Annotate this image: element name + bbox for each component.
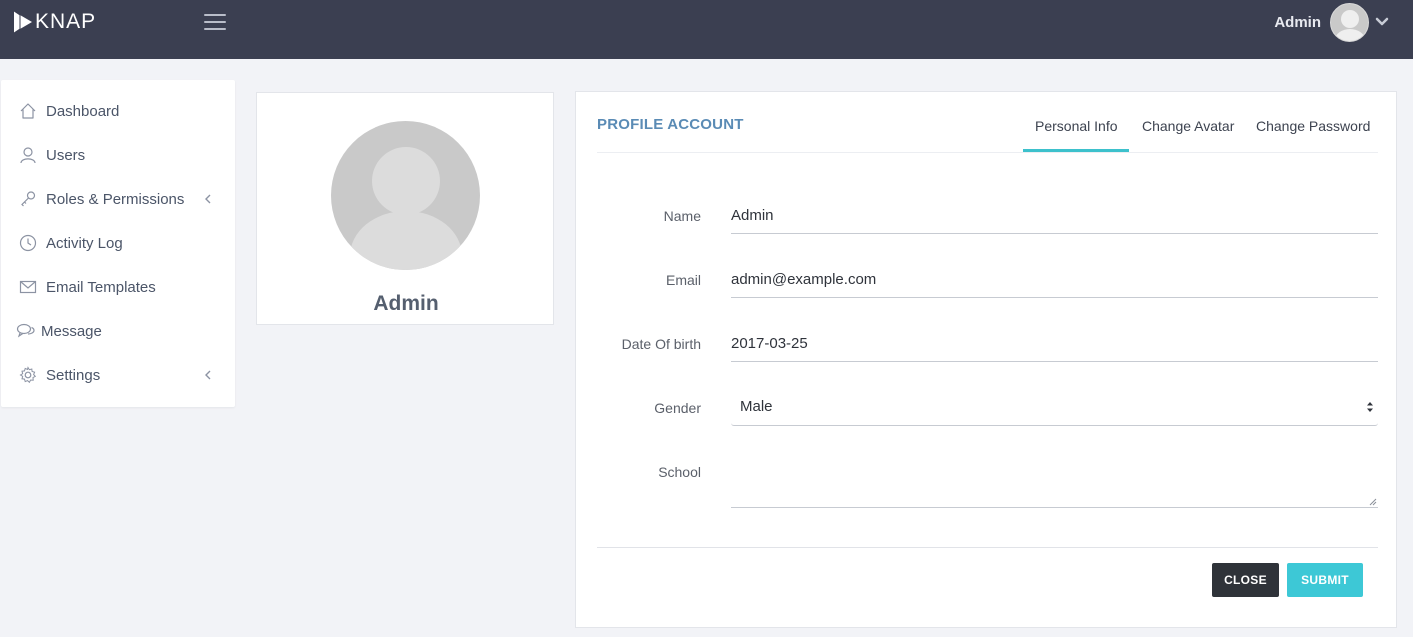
sidebar-item-message[interactable]: Message	[1, 309, 235, 353]
sidebar-item-settings[interactable]: Settings	[1, 353, 235, 397]
school-label: School	[658, 464, 701, 480]
chevron-down-icon[interactable]	[1375, 15, 1389, 29]
sidebar-item-email-templates[interactable]: Email Templates	[1, 265, 235, 309]
dob-field[interactable]	[731, 326, 1378, 362]
profile-account-card: PROFILE ACCOUNT Personal Info Change Ava…	[575, 91, 1397, 628]
name-label: Name	[663, 208, 701, 224]
card-title: PROFILE ACCOUNT	[597, 116, 744, 133]
school-textarea[interactable]	[731, 456, 1378, 508]
sidebar-item-activity-log[interactable]: Activity Log	[1, 221, 235, 265]
divider	[597, 547, 1378, 548]
sidebar-item-label: Activity Log	[46, 234, 123, 252]
tab-personal-info[interactable]: Personal Info	[1023, 114, 1129, 152]
user-icon	[18, 145, 38, 165]
divider	[597, 152, 1378, 153]
name-field[interactable]	[731, 198, 1378, 234]
knap-logo-icon	[13, 10, 32, 34]
dob-label: Date Of birth	[621, 336, 701, 352]
gender-label: Gender	[654, 400, 701, 416]
gender-select[interactable]: Male	[731, 388, 1378, 426]
envelope-icon	[18, 277, 38, 297]
sidebar-item-dashboard[interactable]: Dashboard	[1, 89, 235, 133]
clock-icon	[18, 233, 38, 253]
resize-handle-icon[interactable]	[1369, 498, 1377, 506]
brand-name: KNAP	[35, 10, 97, 33]
submit-button[interactable]: SUBMIT	[1287, 563, 1363, 597]
email-field[interactable]	[731, 262, 1378, 298]
user-menu[interactable]: Admin	[1274, 2, 1389, 42]
sidebar-item-label: Message	[41, 322, 102, 340]
top-navbar: KNAP Admin	[0, 0, 1413, 59]
key-icon	[18, 189, 38, 209]
avatar	[331, 121, 480, 270]
profile-card: Admin	[256, 92, 554, 325]
sidebar: Dashboard Users Roles & Permissions Acti…	[1, 80, 235, 407]
email-label: Email	[665, 272, 701, 288]
home-icon	[18, 101, 38, 121]
gender-selected-value: Male	[740, 398, 773, 415]
user-name: Admin	[1274, 13, 1321, 31]
sidebar-item-label: Settings	[46, 366, 101, 384]
chat-icon	[16, 321, 36, 341]
sidebar-item-label: Email Templates	[46, 278, 156, 296]
tab-change-password[interactable]: Change Password	[1256, 114, 1370, 152]
chevron-left-icon	[205, 194, 211, 204]
avatar[interactable]	[1330, 2, 1369, 42]
brand-logo[interactable]: KNAP	[12, 8, 96, 36]
close-button[interactable]: CLOSE	[1212, 563, 1279, 597]
sidebar-item-roles-permissions[interactable]: Roles & Permissions	[1, 177, 235, 221]
sidebar-item-users[interactable]: Users	[1, 133, 235, 177]
chevron-left-icon	[205, 370, 211, 380]
select-arrows-icon	[1367, 402, 1373, 412]
tab-change-avatar[interactable]: Change Avatar	[1142, 114, 1234, 152]
sidebar-item-label: Roles & Permissions	[46, 190, 185, 208]
gear-icon	[18, 365, 38, 385]
sidebar-item-label: Users	[46, 146, 86, 164]
menu-toggle-icon[interactable]	[204, 14, 226, 30]
sidebar-item-label: Dashboard	[46, 102, 120, 120]
profile-name: Admin	[373, 292, 439, 315]
